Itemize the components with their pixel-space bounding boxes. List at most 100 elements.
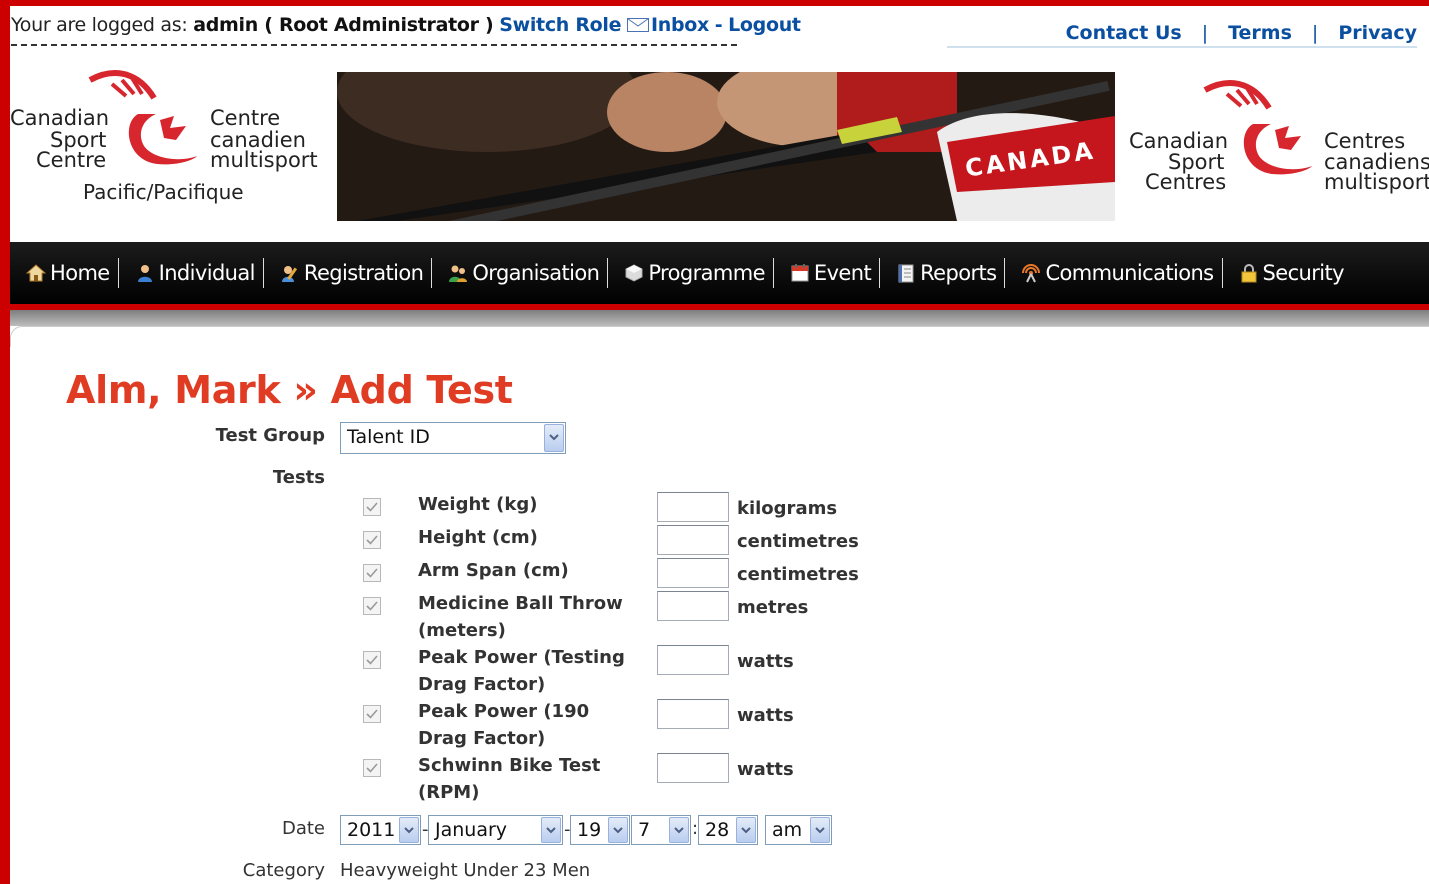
nav-label: Home (50, 261, 110, 285)
switch-role-link[interactable]: Switch Role (499, 14, 621, 36)
test-name: Medicine Ball Throw (meters) (418, 593, 623, 641)
logo-text: multisport (210, 148, 318, 172)
ampm-select[interactable]: am (765, 815, 832, 845)
csc-pacific-logo[interactable]: Canadian Sport Centre Centre canadien mu… (10, 66, 330, 216)
test-checkbox[interactable] (363, 705, 381, 723)
test-unit: watts (737, 759, 794, 780)
dropdown-arrow-icon (541, 817, 561, 843)
nav-organisation[interactable]: Organisation (440, 258, 609, 288)
test-value-input[interactable] (657, 645, 729, 675)
category-value: Heavyweight Under 23 Men (340, 860, 591, 881)
dropdown-arrow-icon (669, 817, 689, 843)
test-group-select[interactable]: Talent ID (340, 422, 566, 454)
ampm-value: am (772, 819, 803, 841)
communications-icon (1022, 264, 1041, 283)
tests-label: Tests (272, 467, 325, 488)
nav-communications[interactable]: Communications (1013, 258, 1223, 288)
hour-select[interactable]: 7 (631, 815, 691, 845)
test-checkbox[interactable] (363, 651, 381, 669)
logo-text: Centre (36, 148, 107, 172)
logo-text: Canadian (1129, 129, 1229, 153)
page-title: Alm, Mark » Add Test (66, 368, 513, 412)
test-name: Peak Power (Testing Drag Factor) (418, 647, 625, 695)
checkmark-icon (366, 502, 378, 512)
test-checkbox[interactable] (363, 531, 381, 549)
privacy-link[interactable]: Privacy (1318, 22, 1417, 44)
nav-programme[interactable]: Programme (616, 258, 774, 288)
nav-label: Programme (648, 261, 765, 285)
checkmark-icon (366, 601, 378, 611)
test-name: Schwinn Bike Test (RPM) (418, 755, 601, 803)
login-dash: - (714, 14, 723, 36)
test-unit: centimetres (737, 531, 859, 552)
test-group-label: Test Group (215, 425, 325, 446)
test-checkbox[interactable] (363, 564, 381, 582)
test-value-input[interactable] (657, 699, 729, 729)
contact-us-link[interactable]: Contact Us (1046, 22, 1202, 44)
minute-value: 28 (705, 819, 730, 841)
test-value-input[interactable] (657, 525, 729, 555)
logo-text: Centres (1324, 129, 1406, 153)
nav-security[interactable]: Security (1231, 258, 1352, 288)
year-select[interactable]: 2011 (340, 815, 421, 845)
nav-label: Communications (1045, 261, 1214, 285)
dropdown-arrow-icon (736, 817, 756, 843)
reports-icon (898, 264, 914, 283)
checkmark-icon (366, 709, 378, 719)
nav-label: Reports (920, 261, 997, 285)
category-label: Category (242, 860, 325, 881)
main-nav: Home Individual Registration Organisatio… (10, 242, 1429, 304)
test-value-input[interactable] (657, 591, 729, 621)
logout-link[interactable]: Logout (728, 14, 801, 36)
test-checkbox[interactable] (363, 597, 381, 615)
logo-text: Centre (210, 106, 281, 130)
month-select[interactable]: January (428, 815, 563, 845)
dropdown-arrow-icon (399, 817, 419, 843)
nav-event[interactable]: Event (782, 258, 881, 288)
month-value: January (435, 819, 508, 841)
test-unit: centimetres (737, 564, 859, 585)
nav-reports[interactable]: Reports (888, 258, 1006, 288)
red-frame-left (0, 0, 10, 884)
nav-label: Registration (303, 261, 424, 285)
lock-icon (1241, 264, 1257, 283)
test-unit: watts (737, 705, 794, 726)
home-icon (26, 264, 46, 282)
test-name: Peak Power (190 Drag Factor) (418, 701, 590, 749)
test-value-input[interactable] (657, 492, 729, 522)
content-panel-edge (10, 326, 1429, 347)
test-checkbox[interactable] (363, 759, 381, 777)
nav-home[interactable]: Home (18, 258, 119, 288)
nav-label: Organisation (472, 261, 600, 285)
test-unit: kilograms (737, 498, 838, 519)
nav-registration[interactable]: Registration (272, 258, 433, 288)
registration-icon (281, 266, 297, 282)
day-value: 19 (577, 819, 602, 841)
person-icon (137, 265, 152, 282)
inbox-link[interactable]: Inbox (626, 14, 709, 36)
banner-artwork: CANADA (337, 72, 1115, 221)
test-value-input[interactable] (657, 558, 729, 588)
rowing-banner-image: CANADA (337, 72, 1115, 221)
logo-text: multisport (1324, 170, 1429, 194)
dropdown-arrow-icon (810, 817, 830, 843)
logo-text: Canadian (10, 106, 110, 130)
nav-individual[interactable]: Individual (127, 258, 264, 288)
top-links: Contact Us | Terms | Privacy (947, 22, 1417, 48)
programme-icon (625, 264, 643, 282)
test-group-value: Talent ID (347, 426, 430, 448)
calendar-icon (791, 264, 809, 282)
csc-network-logo[interactable]: Canadian Sport Centres Centres canadiens… (1125, 80, 1429, 200)
year-value: 2011 (347, 819, 396, 841)
day-select[interactable]: 19 (570, 815, 630, 845)
test-checkbox[interactable] (363, 498, 381, 516)
checkmark-icon (366, 568, 378, 578)
minute-select[interactable]: 28 (698, 815, 758, 845)
nav-label: Individual (158, 261, 256, 285)
terms-link[interactable]: Terms (1208, 22, 1312, 44)
date-label: Date (281, 818, 325, 839)
checkmark-icon (366, 535, 378, 545)
test-value-input[interactable] (657, 753, 729, 783)
envelope-icon (626, 18, 649, 32)
hour-value: 7 (638, 819, 651, 841)
